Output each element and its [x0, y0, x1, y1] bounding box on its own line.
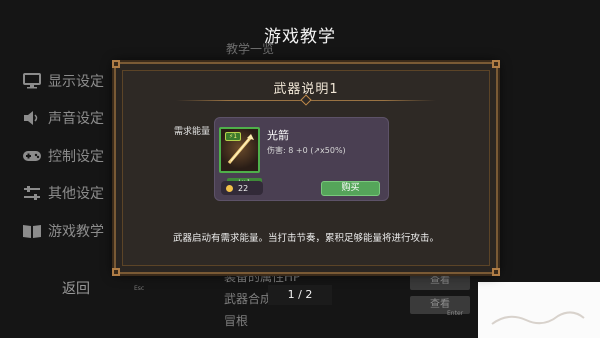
cost-value: 22 [238, 183, 249, 193]
enter-hint: Enter [447, 310, 464, 317]
side-menu: 显示设定 声音设定 控制设定 其他设定 游戏教学 [22, 62, 104, 250]
list-item[interactable]: 冒根 [224, 310, 308, 332]
frame-corner [492, 60, 500, 68]
frame-corner [112, 60, 120, 68]
back-button[interactable]: 返回 [62, 278, 90, 298]
side-item-label: 声音设定 [48, 111, 104, 128]
side-item-display[interactable]: 显示设定 [22, 62, 104, 100]
side-item-label: 显示设定 [48, 73, 104, 90]
side-item-label: 游戏教学 [48, 223, 104, 240]
side-item-label: 控制设定 [48, 148, 104, 165]
side-item-label: 其他设定 [48, 186, 104, 203]
side-item-tutorial[interactable]: 游戏教学 [22, 212, 104, 250]
frame-corner [112, 268, 120, 276]
requirement-label: 需求能量 [174, 127, 211, 137]
monitor-icon [22, 71, 42, 91]
weapon-info-modal: 武器说明1 需求能量 ⚡1 Lv.1 光箭 伤害: 8 +0 (↗x50%) 2… [112, 60, 500, 276]
energy-badge: ⚡1 [225, 132, 241, 141]
side-item-sound[interactable]: 声音设定 [22, 100, 104, 138]
buy-button[interactable]: 购买 [321, 181, 380, 196]
speaker-icon [22, 108, 42, 128]
tutorial-list-header: 教学一览 [226, 42, 275, 56]
gamepad-icon [22, 146, 42, 166]
side-item-control[interactable]: 控制设定 [22, 137, 104, 175]
overlay-panel [478, 282, 600, 338]
side-item-other[interactable]: 其他设定 [22, 175, 104, 213]
weapon-damage: 伤害: 8 +0 (↗x50%) [267, 146, 346, 155]
esc-hint: Esc [134, 285, 145, 292]
view-button[interactable]: 查看 [410, 272, 470, 290]
weapon-description: 武器启动有需求能量。当打击节奏，累积足够能量将进行攻击。 [172, 233, 439, 244]
page-indicator: 1 / 2 [268, 285, 332, 305]
weapon-thumbnail: ⚡1 Lv.1 [219, 127, 262, 187]
sliders-icon [22, 183, 42, 203]
cost-display: 22 [221, 181, 263, 195]
weapon-name: 光箭 [267, 129, 289, 142]
frame-corner [492, 268, 500, 276]
brush-stroke-decoration [491, 311, 585, 325]
book-icon [22, 221, 42, 241]
weapon-card: ⚡1 Lv.1 光箭 伤害: 8 +0 (↗x50%) 22 购买 [214, 117, 389, 201]
screen-title: 游戏教学 [264, 27, 336, 47]
coin-icon [226, 184, 233, 192]
